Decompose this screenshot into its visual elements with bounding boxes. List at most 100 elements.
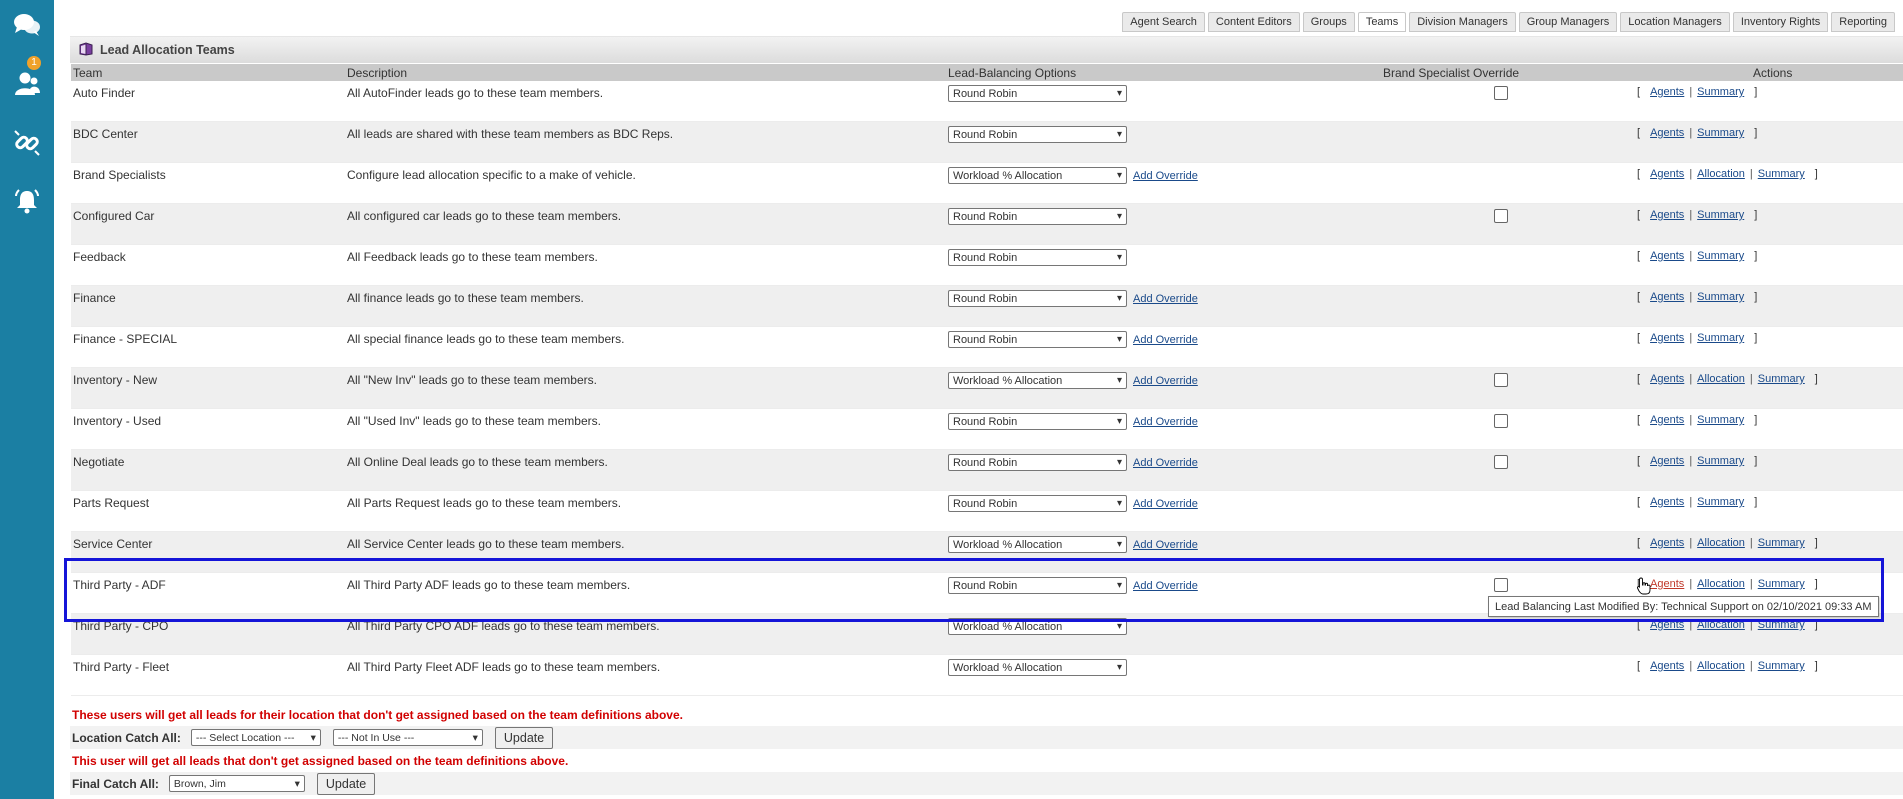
agents-link[interactable]: Agents: [1650, 168, 1684, 180]
lead-balancing-value: Round Robin: [953, 333, 1018, 346]
agents-link[interactable]: Agents: [1650, 455, 1684, 467]
lead-balancing-select[interactable]: Round Robin ▾: [948, 249, 1127, 266]
summary-link[interactable]: Summary: [1697, 496, 1744, 508]
allocation-link[interactable]: Allocation: [1697, 168, 1745, 180]
sidebar: 1: [0, 0, 54, 799]
tab-groups[interactable]: Groups: [1302, 12, 1355, 32]
brand-override-checkbox[interactable]: [1494, 209, 1508, 223]
lead-balancing-select[interactable]: Workload % Allocation ▾: [948, 372, 1127, 389]
location-update-button[interactable]: Update: [494, 726, 554, 749]
lead-balancing-select[interactable]: Workload % Allocation ▾: [948, 618, 1127, 635]
tab-content-editors[interactable]: Content Editors: [1207, 12, 1300, 32]
tab-bar: Agent Search Content Editors Groups Teams Di…: [1122, 12, 1895, 32]
separator: |: [1689, 332, 1693, 344]
summary-link[interactable]: Summary: [1697, 332, 1744, 344]
chat-icon[interactable]: [0, 2, 54, 48]
add-override-link[interactable]: Add Override: [1133, 498, 1198, 510]
summary-link[interactable]: Summary: [1758, 168, 1805, 180]
lead-balancing-select[interactable]: Round Robin ▾: [948, 495, 1127, 512]
add-override-link[interactable]: Add Override: [1133, 416, 1198, 428]
lead-balancing-select[interactable]: Round Robin ▾: [948, 331, 1127, 348]
tab-location-managers[interactable]: Location Managers: [1620, 12, 1730, 32]
table-row: Finance All finance leads go to these tea…: [71, 286, 1903, 327]
add-override-link[interactable]: Add Override: [1133, 457, 1198, 469]
agents-link[interactable]: Agents: [1650, 250, 1684, 262]
brand-override-checkbox[interactable]: [1494, 455, 1508, 469]
separator: |: [1749, 168, 1753, 180]
summary-link[interactable]: Summary: [1697, 291, 1744, 303]
brand-override-checkbox[interactable]: [1494, 373, 1508, 387]
lead-balancing-select[interactable]: Round Robin ▾: [948, 413, 1127, 430]
separator: |: [1689, 250, 1693, 262]
chevron-down-icon: ▾: [1116, 662, 1122, 673]
add-override-link[interactable]: Add Override: [1133, 293, 1198, 305]
summary-link[interactable]: Summary: [1758, 373, 1805, 385]
summary-link[interactable]: Summary: [1697, 86, 1744, 98]
add-override-link[interactable]: Add Override: [1133, 170, 1198, 182]
location-use-select[interactable]: --- Not In Use --- ▾: [332, 729, 483, 746]
tab-teams[interactable]: Teams: [1357, 12, 1407, 32]
summary-link[interactable]: Summary: [1758, 660, 1805, 672]
agents-link[interactable]: Agents: [1650, 127, 1684, 139]
brand-override-checkbox[interactable]: [1494, 86, 1508, 100]
agents-link[interactable]: Agents: [1650, 496, 1684, 508]
final-update-button[interactable]: Update: [316, 772, 376, 795]
summary-link[interactable]: Summary: [1697, 127, 1744, 139]
lead-balancing-select[interactable]: Workload % Allocation ▾: [948, 167, 1127, 184]
agents-link[interactable]: Agents: [1650, 332, 1684, 344]
agents-link[interactable]: Agents: [1650, 86, 1684, 98]
final-user-select[interactable]: Brown, Jim ▾: [168, 775, 305, 792]
link-icon[interactable]: [0, 120, 54, 166]
lead-balancing-select[interactable]: Round Robin ▾: [948, 126, 1127, 143]
add-override-link[interactable]: Add Override: [1133, 334, 1198, 346]
agents-link[interactable]: Agents: [1650, 291, 1684, 303]
tab-agent-search[interactable]: Agent Search: [1122, 12, 1205, 32]
allocation-link[interactable]: Allocation: [1697, 619, 1745, 631]
summary-link[interactable]: Summary: [1758, 537, 1805, 549]
summary-link[interactable]: Summary: [1758, 578, 1805, 590]
summary-link[interactable]: Summary: [1697, 209, 1744, 221]
bell-icon[interactable]: [0, 178, 54, 224]
chevron-down-icon: ▾: [1116, 375, 1122, 386]
lead-balancing-select[interactable]: Round Robin ▾: [948, 208, 1127, 225]
agents-link[interactable]: Agents: [1650, 373, 1684, 385]
allocation-link[interactable]: Allocation: [1697, 660, 1745, 672]
agents-link[interactable]: Agents: [1650, 209, 1684, 221]
chevron-down-icon: ▾: [1116, 293, 1122, 304]
lead-balancing-select[interactable]: Round Robin ▾: [948, 290, 1127, 307]
separator: |: [1749, 373, 1753, 385]
allocation-link[interactable]: Allocation: [1697, 373, 1745, 385]
summary-link[interactable]: Summary: [1697, 414, 1744, 426]
add-override-link[interactable]: Add Override: [1133, 375, 1198, 387]
location-warning: These users will get all leads for their…: [70, 703, 1903, 726]
location-select[interactable]: --- Select Location --- ▾: [190, 729, 321, 746]
lead-balancing-select[interactable]: Workload % Allocation ▾: [948, 536, 1127, 553]
agents-link[interactable]: Agents: [1650, 578, 1684, 590]
brand-override-checkbox[interactable]: [1494, 578, 1508, 592]
add-override-link[interactable]: Add Override: [1133, 580, 1198, 592]
summary-link[interactable]: Summary: [1697, 455, 1744, 467]
lead-balancing-select[interactable]: Round Robin ▾: [948, 454, 1127, 471]
brand-override-checkbox[interactable]: [1494, 414, 1508, 428]
summary-link[interactable]: Summary: [1758, 619, 1805, 631]
allocation-link[interactable]: Allocation: [1697, 578, 1745, 590]
options-cell: Round Robin ▾: [948, 85, 1127, 102]
lead-balancing-select[interactable]: Round Robin ▾: [948, 577, 1127, 594]
options-cell: Round Robin ▾ Add Override: [948, 290, 1198, 307]
summary-link[interactable]: Summary: [1697, 250, 1744, 262]
lead-balancing-select[interactable]: Workload % Allocation ▾: [948, 659, 1127, 676]
agents-link[interactable]: Agents: [1650, 414, 1684, 426]
agents-link[interactable]: Agents: [1650, 660, 1684, 672]
agents-link[interactable]: Agents: [1650, 537, 1684, 549]
agents-link[interactable]: Agents: [1650, 619, 1684, 631]
tab-group-managers[interactable]: Group Managers: [1518, 12, 1618, 32]
lead-balancing-select[interactable]: Round Robin ▾: [948, 85, 1127, 102]
tab-reporting[interactable]: Reporting: [1831, 12, 1895, 32]
allocation-link[interactable]: Allocation: [1697, 537, 1745, 549]
tab-division-managers[interactable]: Division Managers: [1409, 12, 1516, 32]
hand-cursor-icon: [1636, 577, 1651, 598]
actions-cell: [Agents | Summary]: [1637, 332, 1757, 344]
add-override-link[interactable]: Add Override: [1133, 539, 1198, 551]
users-icon[interactable]: 1: [0, 56, 54, 106]
tab-inventory-rights[interactable]: Inventory Rights: [1732, 12, 1829, 32]
